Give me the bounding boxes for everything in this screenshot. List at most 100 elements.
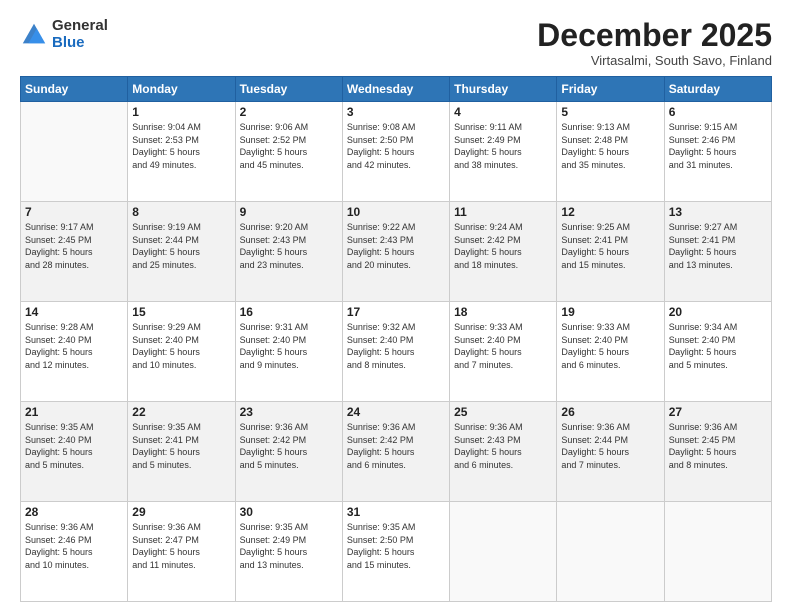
page: General Blue December 2025 Virtasalmi, S…	[0, 0, 792, 612]
day-number: 6	[669, 105, 767, 119]
day-info: Sunrise: 9:04 AM Sunset: 2:53 PM Dayligh…	[132, 121, 230, 171]
day-info: Sunrise: 9:36 AM Sunset: 2:45 PM Dayligh…	[669, 421, 767, 471]
calendar-cell: 14 Sunrise: 9:28 AM Sunset: 2:40 PM Dayli…	[21, 302, 128, 402]
calendar-cell: 12 Sunrise: 9:25 AM Sunset: 2:41 PM Dayli…	[557, 202, 664, 302]
calendar-cell: 19 Sunrise: 9:33 AM Sunset: 2:40 PM Dayli…	[557, 302, 664, 402]
day-info: Sunrise: 9:32 AM Sunset: 2:40 PM Dayligh…	[347, 321, 445, 371]
day-info: Sunrise: 9:36 AM Sunset: 2:47 PM Dayligh…	[132, 521, 230, 571]
calendar-cell: 29 Sunrise: 9:36 AM Sunset: 2:47 PM Dayli…	[128, 502, 235, 602]
day-number: 28	[25, 505, 123, 519]
day-number: 25	[454, 405, 552, 419]
day-info: Sunrise: 9:20 AM Sunset: 2:43 PM Dayligh…	[240, 221, 338, 271]
day-info: Sunrise: 9:36 AM Sunset: 2:42 PM Dayligh…	[240, 421, 338, 471]
day-info: Sunrise: 9:35 AM Sunset: 2:41 PM Dayligh…	[132, 421, 230, 471]
day-info: Sunrise: 9:36 AM Sunset: 2:43 PM Dayligh…	[454, 421, 552, 471]
calendar-cell	[21, 102, 128, 202]
day-number: 12	[561, 205, 659, 219]
day-info: Sunrise: 9:31 AM Sunset: 2:40 PM Dayligh…	[240, 321, 338, 371]
day-number: 15	[132, 305, 230, 319]
column-header-saturday: Saturday	[664, 77, 771, 102]
day-number: 24	[347, 405, 445, 419]
day-number: 11	[454, 205, 552, 219]
day-info: Sunrise: 9:36 AM Sunset: 2:44 PM Dayligh…	[561, 421, 659, 471]
calendar-week-3: 21Sunrise: 9:35 AM Sunset: 2:40 PM Dayli…	[21, 402, 772, 502]
calendar-cell: 6 Sunrise: 9:15 AM Sunset: 2:46 PM Daylig…	[664, 102, 771, 202]
day-number: 17	[347, 305, 445, 319]
day-info: Sunrise: 9:35 AM Sunset: 2:40 PM Dayligh…	[25, 421, 123, 471]
day-info: Sunrise: 9:19 AM Sunset: 2:44 PM Dayligh…	[132, 221, 230, 271]
calendar-week-0: 1Sunrise: 9:04 AM Sunset: 2:53 PM Daylig…	[21, 102, 772, 202]
day-info: Sunrise: 9:34 AM Sunset: 2:40 PM Dayligh…	[669, 321, 767, 371]
day-number: 29	[132, 505, 230, 519]
day-number: 23	[240, 405, 338, 419]
calendar-cell: 7Sunrise: 9:17 AM Sunset: 2:45 PM Daylig…	[21, 202, 128, 302]
day-info: Sunrise: 9:11 AM Sunset: 2:49 PM Dayligh…	[454, 121, 552, 171]
column-header-tuesday: Tuesday	[235, 77, 342, 102]
column-header-monday: Monday	[128, 77, 235, 102]
calendar-cell: 8 Sunrise: 9:19 AM Sunset: 2:44 PM Daylig…	[128, 202, 235, 302]
logo: General Blue	[20, 18, 108, 51]
calendar-cell: 1Sunrise: 9:04 AM Sunset: 2:53 PM Daylig…	[128, 102, 235, 202]
day-number: 13	[669, 205, 767, 219]
day-number: 2	[240, 105, 338, 119]
day-info: Sunrise: 9:15 AM Sunset: 2:46 PM Dayligh…	[669, 121, 767, 171]
day-number: 4	[454, 105, 552, 119]
day-number: 19	[561, 305, 659, 319]
calendar-cell: 30 Sunrise: 9:35 AM Sunset: 2:49 PM Dayli…	[235, 502, 342, 602]
day-info: Sunrise: 9:29 AM Sunset: 2:40 PM Dayligh…	[132, 321, 230, 371]
calendar-cell: 18 Sunrise: 9:33 AM Sunset: 2:40 PM Dayli…	[450, 302, 557, 402]
subtitle: Virtasalmi, South Savo, Finland	[537, 53, 772, 68]
calendar-cell: 2 Sunrise: 9:06 AM Sunset: 2:52 PM Daylig…	[235, 102, 342, 202]
day-info: Sunrise: 9:28 AM Sunset: 2:40 PM Dayligh…	[25, 321, 123, 371]
calendar-cell: 24 Sunrise: 9:36 AM Sunset: 2:42 PM Dayli…	[342, 402, 449, 502]
day-info: Sunrise: 9:25 AM Sunset: 2:41 PM Dayligh…	[561, 221, 659, 271]
day-number: 22	[132, 405, 230, 419]
day-info: Sunrise: 9:36 AM Sunset: 2:42 PM Dayligh…	[347, 421, 445, 471]
day-info: Sunrise: 9:36 AM Sunset: 2:46 PM Dayligh…	[25, 521, 123, 571]
calendar-cell: 9Sunrise: 9:20 AM Sunset: 2:43 PM Daylig…	[235, 202, 342, 302]
calendar-cell: 3Sunrise: 9:08 AM Sunset: 2:50 PM Daylig…	[342, 102, 449, 202]
calendar-cell: 20 Sunrise: 9:34 AM Sunset: 2:40 PM Dayli…	[664, 302, 771, 402]
day-info: Sunrise: 9:33 AM Sunset: 2:40 PM Dayligh…	[454, 321, 552, 371]
day-number: 14	[25, 305, 123, 319]
calendar-week-1: 7Sunrise: 9:17 AM Sunset: 2:45 PM Daylig…	[21, 202, 772, 302]
calendar-cell	[664, 502, 771, 602]
calendar-cell: 10Sunrise: 9:22 AM Sunset: 2:43 PM Dayli…	[342, 202, 449, 302]
calendar-cell: 25 Sunrise: 9:36 AM Sunset: 2:43 PM Dayli…	[450, 402, 557, 502]
day-number: 26	[561, 405, 659, 419]
logo-icon	[20, 21, 48, 49]
calendar-cell: 17 Sunrise: 9:32 AM Sunset: 2:40 PM Dayli…	[342, 302, 449, 402]
calendar-cell: 15 Sunrise: 9:29 AM Sunset: 2:40 PM Dayli…	[128, 302, 235, 402]
day-info: Sunrise: 9:33 AM Sunset: 2:40 PM Dayligh…	[561, 321, 659, 371]
calendar-cell: 5 Sunrise: 9:13 AM Sunset: 2:48 PM Daylig…	[557, 102, 664, 202]
day-number: 5	[561, 105, 659, 119]
day-number: 30	[240, 505, 338, 519]
calendar-cell: 27Sunrise: 9:36 AM Sunset: 2:45 PM Dayli…	[664, 402, 771, 502]
day-info: Sunrise: 9:24 AM Sunset: 2:42 PM Dayligh…	[454, 221, 552, 271]
day-number: 31	[347, 505, 445, 519]
calendar-cell	[450, 502, 557, 602]
day-number: 16	[240, 305, 338, 319]
day-info: Sunrise: 9:35 AM Sunset: 2:49 PM Dayligh…	[240, 521, 338, 571]
calendar-cell	[557, 502, 664, 602]
month-title: December 2025	[537, 18, 772, 53]
day-info: Sunrise: 9:27 AM Sunset: 2:41 PM Dayligh…	[669, 221, 767, 271]
calendar-cell: 16 Sunrise: 9:31 AM Sunset: 2:40 PM Dayli…	[235, 302, 342, 402]
calendar-cell: 28 Sunrise: 9:36 AM Sunset: 2:46 PM Dayli…	[21, 502, 128, 602]
day-number: 20	[669, 305, 767, 319]
column-header-friday: Friday	[557, 77, 664, 102]
calendar-header-row: SundayMondayTuesdayWednesdayThursdayFrid…	[21, 77, 772, 102]
day-number: 10	[347, 205, 445, 219]
calendar-cell: 26 Sunrise: 9:36 AM Sunset: 2:44 PM Dayli…	[557, 402, 664, 502]
day-info: Sunrise: 9:06 AM Sunset: 2:52 PM Dayligh…	[240, 121, 338, 171]
calendar-week-4: 28 Sunrise: 9:36 AM Sunset: 2:46 PM Dayli…	[21, 502, 772, 602]
calendar-cell: 21Sunrise: 9:35 AM Sunset: 2:40 PM Dayli…	[21, 402, 128, 502]
calendar-cell: 4 Sunrise: 9:11 AM Sunset: 2:49 PM Daylig…	[450, 102, 557, 202]
day-number: 8	[132, 205, 230, 219]
calendar-cell: 13 Sunrise: 9:27 AM Sunset: 2:41 PM Dayli…	[664, 202, 771, 302]
calendar-cell: 22 Sunrise: 9:35 AM Sunset: 2:41 PM Dayli…	[128, 402, 235, 502]
day-number: 18	[454, 305, 552, 319]
header: General Blue December 2025 Virtasalmi, S…	[20, 18, 772, 68]
day-info: Sunrise: 9:13 AM Sunset: 2:48 PM Dayligh…	[561, 121, 659, 171]
day-info: Sunrise: 9:08 AM Sunset: 2:50 PM Dayligh…	[347, 121, 445, 171]
